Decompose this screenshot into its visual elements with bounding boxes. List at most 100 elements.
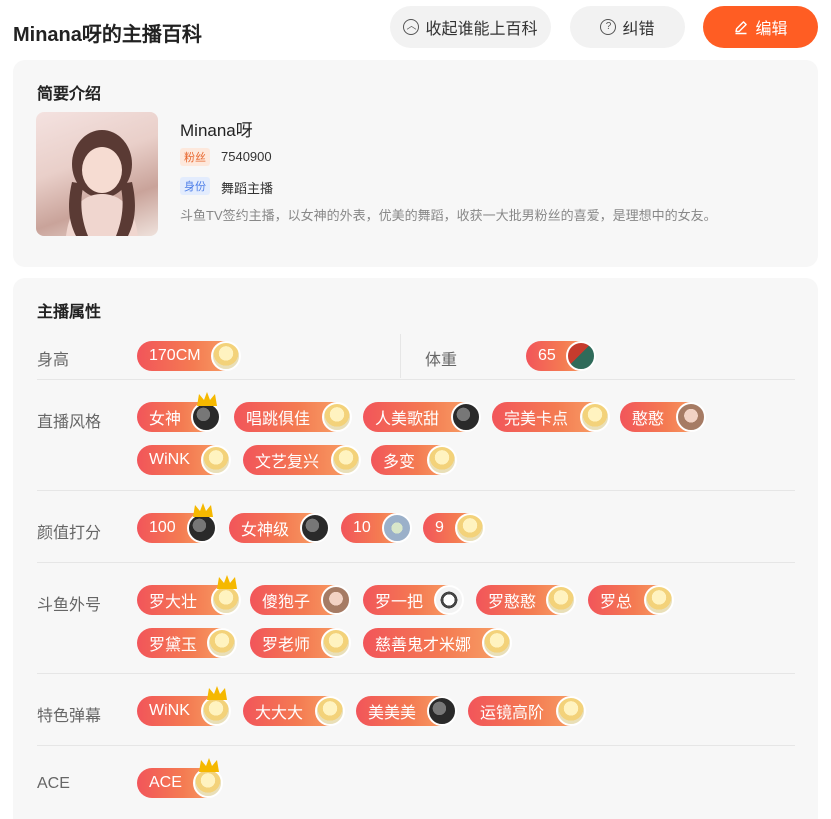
tag-avatar — [546, 585, 576, 615]
style-tag[interactable]: 唱跳俱佳 — [234, 402, 352, 432]
style-label: 直播风格 — [37, 414, 102, 431]
looks-tag[interactable]: 100 — [137, 503, 217, 543]
tag-avatar — [434, 585, 464, 615]
height-label: 身高 — [37, 352, 70, 369]
looks-tag-label: 100 — [149, 519, 176, 536]
weight-tag[interactable]: 65 — [526, 341, 596, 371]
tag-avatar — [556, 696, 586, 726]
question-icon: ? — [600, 19, 617, 35]
style-tag-label: 完美卡点 — [504, 411, 569, 428]
ace-tag[interactable]: ACE — [137, 758, 223, 798]
looks-tag[interactable]: 9 — [423, 513, 485, 543]
nick-tag[interactable]: 罗黛玉 — [137, 628, 237, 658]
row-height-weight: 身高 170CM 体重 65 — [37, 334, 795, 380]
style-tag-label: 女神 — [149, 411, 182, 428]
weight-tag-label: 65 — [538, 347, 556, 364]
looks-tag-label: 9 — [435, 519, 444, 536]
nick-tag[interactable]: 慈善鬼才米娜 — [363, 628, 512, 658]
looks-tag[interactable]: 女神级 — [229, 513, 330, 543]
danmu-tag[interactable]: 美美美 — [356, 696, 457, 726]
role-value: 舞蹈主播 — [221, 181, 274, 196]
edit-label: 编辑 — [755, 21, 788, 38]
collapse-button[interactable]: ︿ 收起谁能上百科 — [390, 6, 551, 48]
report-error-button[interactable]: ? 纠错 — [570, 6, 685, 48]
danmu-tag[interactable]: 大大大 — [243, 696, 345, 726]
crown-icon — [193, 503, 213, 517]
intro-title: 简要介绍 — [37, 86, 102, 103]
tag-avatar — [482, 628, 512, 658]
style-tag-label: 唱跳俱佳 — [246, 411, 311, 428]
style-tag-label: WiNK — [149, 451, 190, 468]
danmu-tag[interactable]: 运镜高阶 — [468, 696, 586, 726]
attributes-card: 主播属性 身高 170CM 体重 65 直播风格 女神 唱跳俱佳 人美歌甜 完美… — [13, 278, 818, 819]
tag-avatar — [566, 341, 596, 371]
tag-avatar — [315, 696, 345, 726]
report-label: 纠错 — [622, 21, 655, 38]
looks-label: 颜值打分 — [37, 525, 102, 542]
fans-tag: 粉丝 — [180, 148, 210, 166]
tag-avatar — [455, 513, 485, 543]
tag-avatar — [382, 513, 412, 543]
style-tag[interactable]: 女神 — [137, 392, 221, 432]
row-danmu: 特色弹幕 WiNK 大大大 美美美 运镜高阶 — [37, 674, 795, 746]
nick-tag[interactable]: 罗老师 — [250, 628, 351, 658]
crown-icon — [199, 758, 219, 772]
style-tag[interactable]: 憨憨 — [620, 402, 706, 432]
ace-label: ACE — [37, 775, 70, 792]
role-tag: 身份 — [180, 177, 210, 195]
tag-avatar — [580, 402, 610, 432]
tag-avatar — [644, 585, 674, 615]
nick-tag-label: 慈善鬼才米娜 — [375, 637, 472, 654]
danmu-tag-label: 运镜高阶 — [480, 705, 545, 722]
nick-tag[interactable]: 傻狍子 — [250, 585, 351, 615]
tag-avatar — [300, 513, 330, 543]
style-tag[interactable]: 人美歌甜 — [363, 402, 481, 432]
chevron-up-icon: ︿ — [403, 19, 420, 35]
tag-avatar — [322, 402, 352, 432]
streamer-avatar — [36, 112, 158, 236]
nick-tag[interactable]: 罗一把 — [363, 585, 464, 615]
style-tag[interactable]: WiNK — [137, 445, 231, 475]
page-header: Minana呀的主播百科 ︿ 收起谁能上百科 ? 纠错 编辑 — [0, 0, 831, 58]
nick-tag-label: 罗总 — [600, 594, 633, 611]
tag-avatar — [321, 628, 351, 658]
nick-tag-label: 傻狍子 — [262, 594, 311, 611]
tag-avatar — [211, 341, 241, 371]
looks-tag[interactable]: 10 — [341, 513, 412, 543]
nick-tag[interactable]: 罗憨憨 — [476, 585, 576, 615]
looks-tag-label: 女神级 — [241, 522, 290, 539]
row-looks-score: 颜值打分 100 女神级 10 9 — [37, 491, 795, 563]
nick-tag[interactable]: 罗大壮 — [137, 575, 241, 615]
row-nicknames: 斗鱼外号 罗大壮 傻狍子 罗一把 罗憨憨 罗总 罗黛玉 罗老师 慈善鬼才米娜 — [37, 563, 795, 674]
crown-icon — [217, 575, 237, 589]
pencil-icon — [735, 21, 748, 35]
danmu-tag[interactable]: WiNK — [137, 686, 231, 726]
intro-card: 简要介绍 Minana呀 粉丝 7540900 身份 舞蹈主播 斗鱼TV签约主播… — [13, 60, 818, 267]
weight-label: 体重 — [425, 352, 458, 369]
danmu-tag-label: 美美美 — [368, 705, 417, 722]
edit-button[interactable]: 编辑 — [703, 6, 818, 48]
nick-tag-label: 罗老师 — [262, 637, 311, 654]
page-title: Minana呀的主播百科 — [13, 24, 202, 46]
avatar-image — [66, 130, 138, 236]
style-tag[interactable]: 文艺复兴 — [243, 445, 361, 475]
tag-avatar — [201, 445, 231, 475]
style-tag[interactable]: 多变 — [371, 445, 457, 475]
ace-tag-label: ACE — [149, 774, 182, 791]
crown-icon — [207, 686, 227, 700]
streamer-name: Minana呀 — [180, 121, 253, 140]
nick-tag-label: 罗憨憨 — [488, 594, 537, 611]
nick-tag[interactable]: 罗总 — [588, 585, 674, 615]
nick-tag-label: 罗黛玉 — [149, 637, 198, 654]
attributes-title: 主播属性 — [37, 304, 102, 321]
style-tag-label: 憨憨 — [632, 411, 665, 428]
style-tag[interactable]: 完美卡点 — [492, 402, 610, 432]
fans-count: 7540900 — [221, 149, 272, 164]
looks-tag-label: 10 — [353, 519, 371, 536]
height-tag[interactable]: 170CM — [137, 341, 241, 371]
tag-avatar — [427, 696, 457, 726]
style-tag-label: 人美歌甜 — [375, 411, 440, 428]
nick-tag-label: 罗大壮 — [149, 594, 198, 611]
height-tag-label: 170CM — [149, 347, 201, 364]
row-live-style: 直播风格 女神 唱跳俱佳 人美歌甜 完美卡点 憨憨 WiNK 文艺复兴 多变 — [37, 380, 795, 491]
